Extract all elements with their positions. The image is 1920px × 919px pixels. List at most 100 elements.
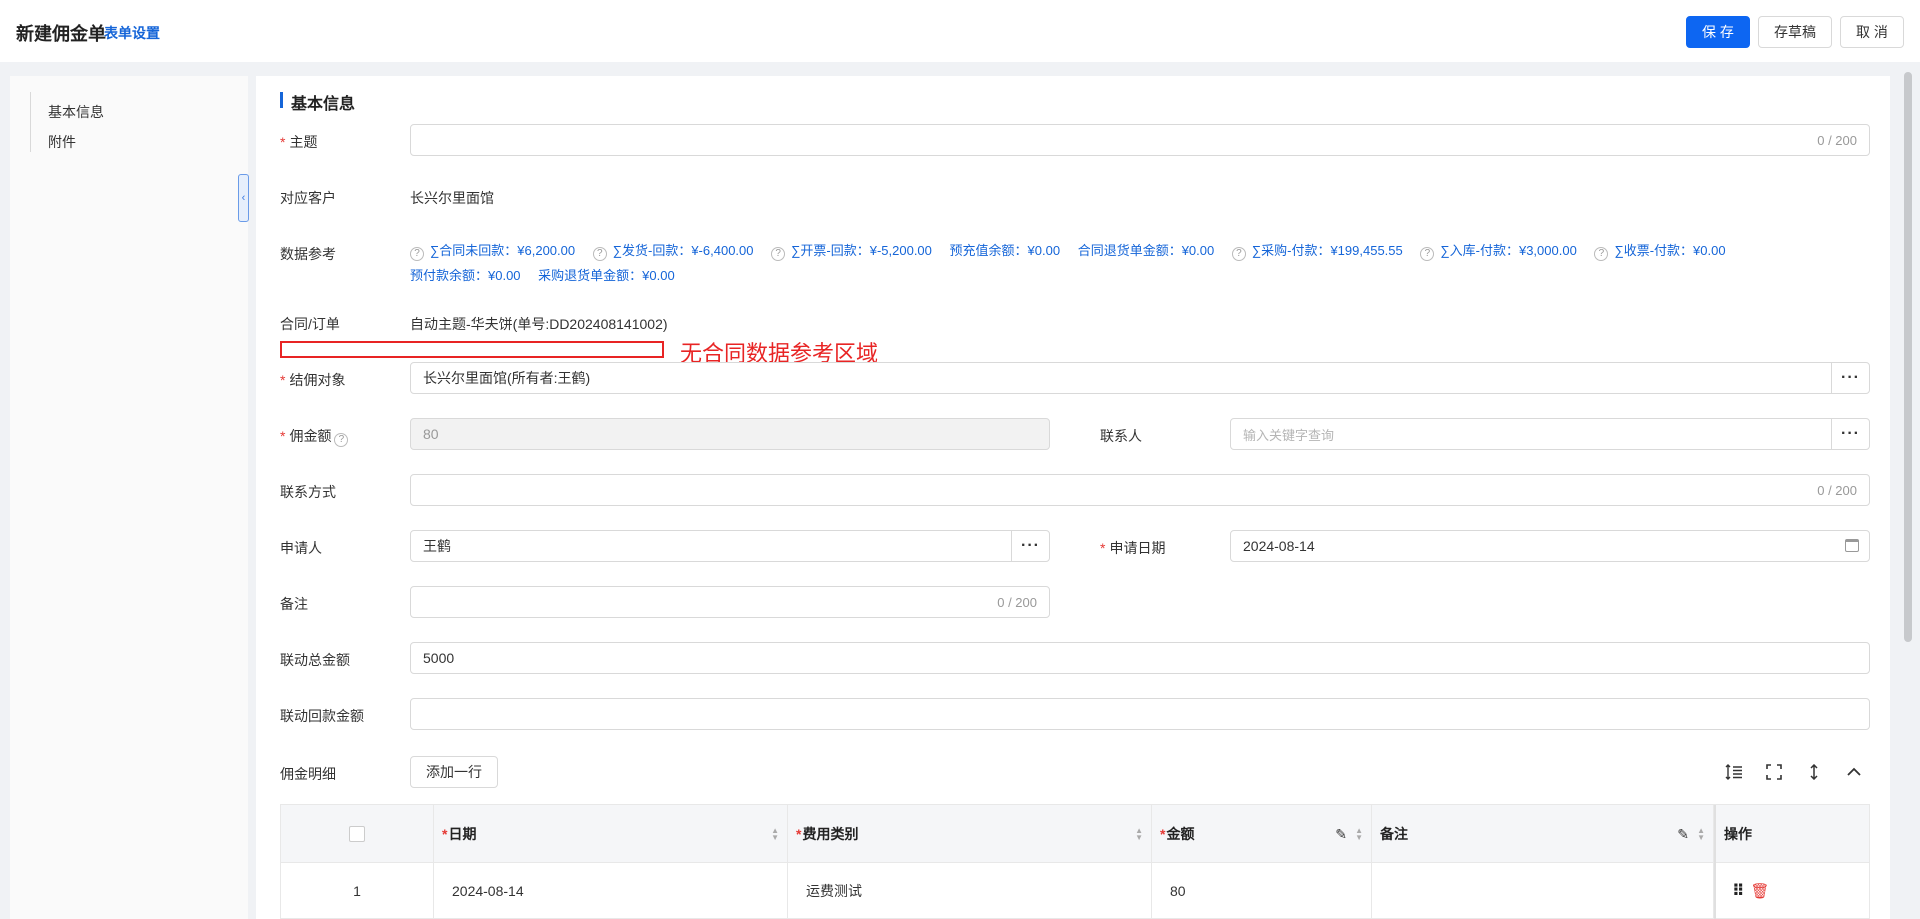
data-ref-item: ? ∑采购-付款：¥199,455.55 [1231,238,1403,263]
contact-method-char-counter: 0 / 200 [1817,483,1857,498]
help-icon[interactable]: ? [1231,246,1246,261]
page-title: 新建佣金单 [16,24,106,44]
help-icon[interactable]: ? [1420,246,1435,261]
annotation-highlight-box [280,341,664,358]
column-category-label: 费用类别 [802,826,859,842]
customer-value: 长兴尔里面馆 [410,190,494,206]
data-ref-item: ? ∑开票-回款：¥-5,200.00 [771,238,932,263]
data-ref-text: ∑入库-付款：¥3,000.00 [1440,243,1577,258]
main-form: 基本信息 * 主题 0 / 200 对应客户 长兴尔里面馆 数据参考 ? ∑合同未回… [256,76,1890,919]
side-anchor-nav: 基本信息 附件 [10,76,248,919]
column-amount[interactable]: * 金额 ✎ ▲ ▼ [1152,805,1372,863]
save-draft-button[interactable]: 存草稿 [1758,16,1832,48]
form-settings-link[interactable]: 表单设置 [104,23,160,43]
column-remark[interactable]: 备注 ✎ ▲ ▼ [1372,805,1714,863]
linked-returned-input[interactable] [410,698,1870,730]
nav-item-attachment[interactable]: 附件 [48,132,76,152]
contact-method-label: 联系方式 [280,484,336,500]
row-date[interactable]: 2024-08-14 [434,863,788,919]
help-icon[interactable]: ? [334,432,349,447]
subject-input[interactable]: 0 / 200 [410,124,1870,156]
select-all-checkbox[interactable] [349,826,365,842]
edit-icon[interactable]: ✎ [1677,826,1689,843]
sort-icon[interactable]: ▲ ▼ [1355,827,1363,842]
help-icon[interactable]: ? [1594,246,1609,261]
table-header: * 日期 ▲ ▼ * 费用类别 ▲ ▼ * 金额 ✎ ▲ ▼ 备注 ✎ ▲ ▼ 操作 [281,805,1869,863]
data-ref-item: 预充值余额：¥0.00 [950,238,1061,263]
help-icon[interactable]: ? [771,246,786,261]
data-ref-item: 合同退货单金额：¥0.00 [1078,238,1215,263]
customer-label: 对应客户 [280,190,336,206]
row-category[interactable]: 运费测试 [788,863,1152,919]
data-ref-item: 采购退货单金额：¥0.00 [538,263,675,288]
required-mark: * [280,372,286,388]
more-options-icon[interactable]: ··· [1831,363,1869,393]
fullscreen-icon[interactable] [1764,762,1784,782]
sort-icon[interactable]: ▲ ▼ [1135,827,1143,842]
commission-amount-input: 80 [410,418,1050,450]
contact-person-label: 联系人 [1100,428,1142,444]
required-mark: * [1100,540,1106,556]
help-icon[interactable]: ? [410,246,424,261]
subject-label-text: 主题 [289,134,318,150]
row-index: 1 [281,863,434,919]
sort-icon[interactable]: ▲ ▼ [1697,827,1705,842]
column-category[interactable]: * 费用类别 ▲ ▼ [788,805,1152,863]
apply-date-label-text: 申请日期 [1109,540,1166,556]
save-button[interactable]: 保 存 [1686,16,1750,48]
row-amount[interactable]: 80 [1152,863,1372,919]
data-ref-text: ∑采购-付款：¥199,455.55 [1251,243,1403,258]
expand-vertical-icon[interactable] [1804,762,1824,782]
subject-label: * 主题 [280,132,317,152]
subject-char-counter: 0 / 200 [1817,133,1857,148]
data-ref-text: 合同退货单金额：¥0.00 [1077,243,1215,258]
delete-icon[interactable]: 🗑 [1751,882,1770,900]
required-mark: * [280,134,286,150]
chevron-up-icon[interactable] [1844,762,1864,782]
data-ref-item: ? ∑发货-回款：¥-6,400.00 [592,238,754,263]
select-all-cell [281,805,434,863]
more-options-icon[interactable]: ··· [1011,531,1049,561]
data-ref-item: ? ∑收票-付款：¥0.00 [1594,238,1726,263]
edit-icon[interactable]: ✎ [1335,826,1347,843]
data-ref-text: ∑合同未回款：¥6,200.00 [430,243,576,258]
settlement-label: * 结佣对象 [280,370,345,390]
column-amount-label: 金额 [1166,826,1195,842]
collapse-sidebar-handle[interactable]: ‹ [238,174,249,222]
data-ref-text: ∑收票-付款：¥0.00 [1614,243,1726,258]
column-actions-label: 操作 [1724,826,1752,842]
sort-icon[interactable]: ▲ ▼ [771,827,779,842]
remark-input[interactable]: 0 / 200 [410,586,1050,618]
contact-person-input[interactable]: 输入关键字查询 ··· [1230,418,1870,450]
column-remark-label: 备注 [1380,826,1408,842]
commission-label-text: 佣金额 [289,428,332,444]
settlement-label-text: 结佣对象 [289,372,346,388]
add-row-button[interactable]: 添加一行 [410,756,498,788]
contract-label: 合同/订单 [280,316,340,332]
data-ref-text: 采购退货单金额：¥0.00 [538,268,675,283]
more-options-icon[interactable]: ··· [1831,419,1869,449]
calendar-icon[interactable] [1845,539,1859,552]
data-ref-text: 预付款余额：¥0.00 [410,268,521,283]
column-date[interactable]: * 日期 ▲ ▼ [434,805,788,863]
row-remark[interactable] [1372,863,1714,919]
nav-item-basic-info[interactable]: 基本信息 [48,102,104,122]
help-icon[interactable]: ? [592,246,607,261]
applicant-input[interactable]: 王鹤 ··· [410,530,1050,562]
apply-date-picker[interactable]: 2024-08-14 [1230,530,1870,562]
linked-total-input[interactable]: 5000 [410,642,1870,674]
settlement-target-input[interactable]: 长兴尔里面馆(所有者:王鹤) ··· [410,362,1870,394]
row-height-icon[interactable] [1724,762,1744,782]
required-mark: * [1160,826,1166,842]
required-mark: * [796,826,802,842]
column-date-label: 日期 [448,826,477,842]
required-mark: * [442,826,448,842]
vertical-scrollbar[interactable] [1904,72,1912,642]
drag-handle-icon[interactable]: ⠿ [1732,881,1745,901]
data-ref-item: ? ∑合同未回款：¥6,200.00 [410,238,575,263]
cancel-button[interactable]: 取 消 [1840,16,1904,48]
contact-method-input[interactable]: 0 / 200 [410,474,1870,506]
applicant-label: 申请人 [280,540,322,556]
data-ref-item: 预付款余额：¥0.00 [410,263,521,288]
applicant-value: 王鹤 [423,538,451,554]
